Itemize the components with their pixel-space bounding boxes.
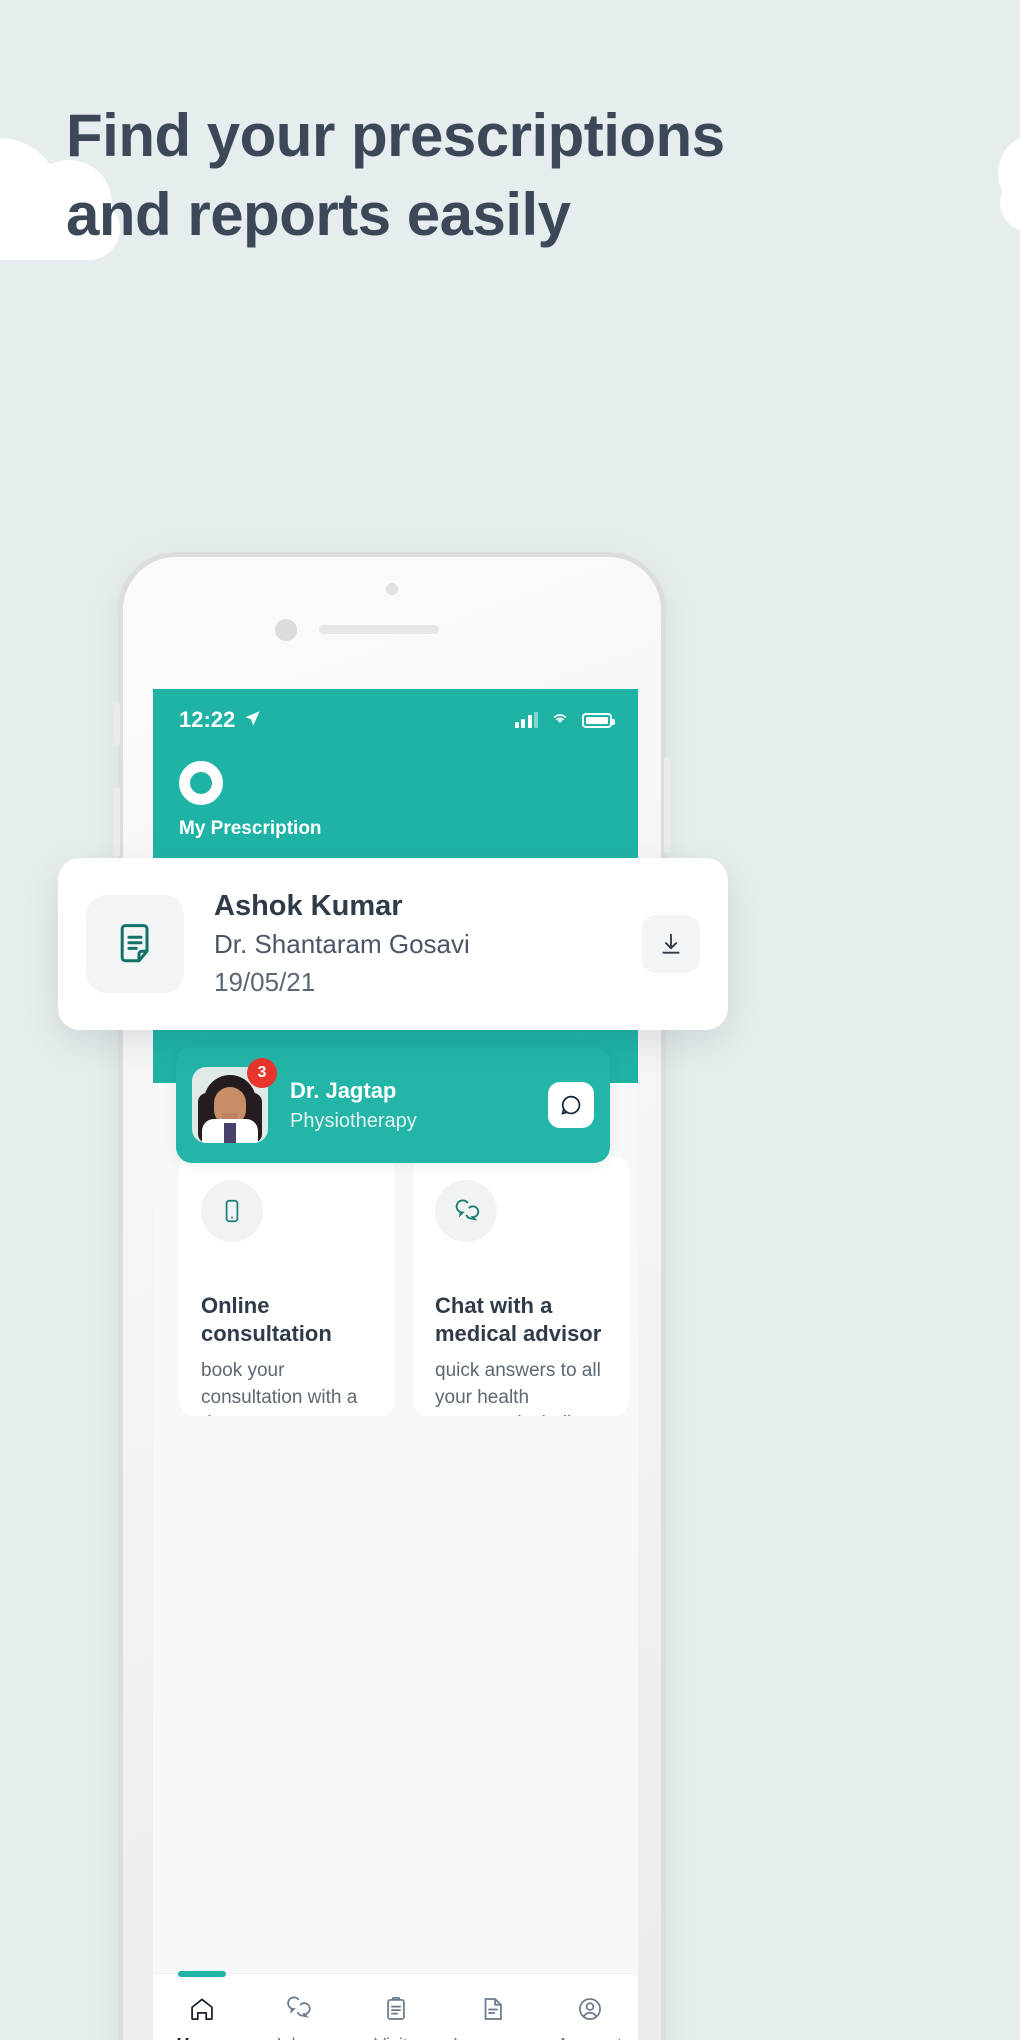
app-logo-ring-icon xyxy=(179,761,223,805)
status-bar-time: 12:22 xyxy=(179,707,236,732)
download-arrow-icon[interactable] xyxy=(642,915,700,973)
nav-item-insurance[interactable]: Insurance xyxy=(444,1974,541,2040)
location-arrow-icon xyxy=(244,707,261,733)
nav-label: Insurance xyxy=(453,2035,532,2040)
offering-title: Online consultation xyxy=(201,1293,332,1347)
unread-count-badge: 3 xyxy=(247,1058,277,1088)
chat-bubble-icon[interactable] xyxy=(548,1082,594,1128)
app-header: 12:22 My Prescription xyxy=(153,689,638,855)
prescription-document-icon xyxy=(86,895,184,993)
doctor-name: Dr. Jagtap xyxy=(290,1078,397,1104)
nav-label: Home xyxy=(176,2035,226,2040)
phone-proximity-sensor-icon xyxy=(275,619,297,641)
chat-bubbles-icon xyxy=(435,1180,497,1242)
offering-card-online-consultation[interactable]: Online consultation book your consultati… xyxy=(179,1156,395,1416)
nav-item-inbox[interactable]: Inbox xyxy=(250,1974,347,2040)
offerings-section: Our Offerings Online consultation book y… xyxy=(153,1083,638,2040)
phone-front-camera-icon xyxy=(386,583,398,595)
document-icon xyxy=(479,1995,507,2028)
patient-name: Ashok Kumar xyxy=(214,889,403,922)
offering-description: book your consultation with a doctor xyxy=(201,1360,358,1416)
nav-label: Inbox xyxy=(276,2035,320,2040)
status-bar: 12:22 xyxy=(179,689,615,737)
phone-mute-switch xyxy=(114,703,120,745)
home-icon xyxy=(188,1995,216,2028)
user-circle-icon xyxy=(576,1995,604,2028)
chat-icon xyxy=(285,1995,313,2028)
phone-volume-up-button xyxy=(114,787,120,857)
signal-bars-icon xyxy=(514,712,538,728)
app-header-title: My Prescription xyxy=(179,818,322,839)
nav-active-indicator xyxy=(177,1971,226,1977)
phone-earpiece-speaker xyxy=(319,625,439,634)
battery-full-icon xyxy=(582,712,615,728)
mobile-phone-icon xyxy=(201,1180,263,1242)
page-headline: Find your prescriptions and reports easi… xyxy=(66,102,725,249)
clipboard-icon xyxy=(382,1995,410,2028)
nav-item-account[interactable]: Account xyxy=(541,1974,638,2040)
prescription-card[interactable]: Ashok Kumar Dr. Shantaram Gosavi 19/05/2… xyxy=(58,858,728,1030)
offerings-card-row: Online consultation book your consultati… xyxy=(179,1156,629,1416)
bottom-navigation-bar: Home Inbox xyxy=(153,1971,638,2040)
nav-label: Account xyxy=(557,2035,622,2040)
prescription-text-block: Ashok Kumar Dr. Shantaram Gosavi 19/05/2… xyxy=(184,887,642,1002)
nav-label: Visits xyxy=(374,2035,417,2040)
doctor-info: Dr. Jagtap Physiotherapy xyxy=(268,1075,548,1135)
prescription-date: 19/05/21 xyxy=(214,966,316,997)
status-bar-left: 12:22 xyxy=(179,707,261,733)
prescribing-doctor: Dr. Shantaram Gosavi xyxy=(214,928,470,959)
wifi-icon xyxy=(550,710,570,731)
offering-title: Chat with a medical advisor xyxy=(435,1293,602,1347)
doctor-specialty: Physiotherapy xyxy=(290,1109,417,1132)
nav-item-visits[interactable]: Visits xyxy=(347,1974,444,2040)
phone-power-button xyxy=(664,757,670,853)
doctor-avatar-wrapper: 3 xyxy=(192,1058,277,1143)
phone-mockup-frame: 12:22 My Prescription Online consultatio… xyxy=(114,552,670,2040)
nav-item-home[interactable]: Home xyxy=(153,1971,250,2040)
status-bar-right xyxy=(514,710,615,731)
doctor-card[interactable]: 3 Dr. Jagtap Physiotherapy xyxy=(176,1047,610,1163)
offering-description: quick answers to all your health concern… xyxy=(435,1360,601,1416)
offering-card-chat-advisor[interactable]: Chat with a medical advisor quick answer… xyxy=(413,1156,629,1416)
